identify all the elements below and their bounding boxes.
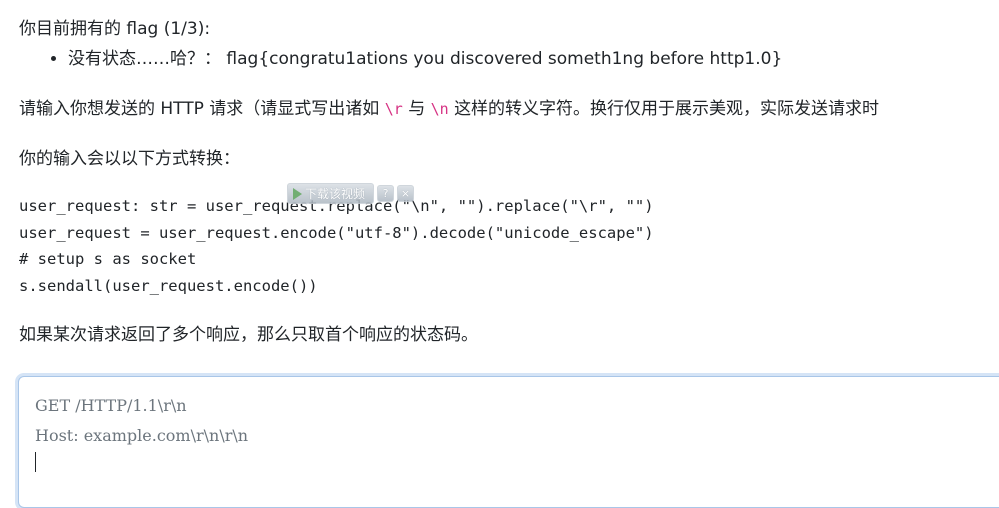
response-note: 如果某次请求返回了多个响应，那么只取首个响应的状态码。 (19, 325, 478, 345)
close-overlay-button[interactable]: × (397, 185, 415, 202)
flag-list: 没有状态……哈？： flag{congratu1ations you disco… (19, 46, 782, 72)
request-line: GET /HTTP/1.1\r\n (35, 396, 187, 415)
instruction-prefix: 请输入你想发送的 HTTP 请求（请显式写出诸如 (19, 99, 380, 119)
instruction-and: 与 (408, 99, 426, 119)
download-video-button[interactable]: 下载该视频 (287, 183, 375, 204)
code-line: user_request = user_request.encode("utf-… (19, 223, 654, 242)
transform-intro: 你的输入会以以下方式转换： (19, 149, 240, 169)
request-input[interactable]: GET /HTTP/1.1\r\n Host: example.com\r\n\… (18, 376, 999, 508)
flag-item: 没有状态……哈？： flag{congratu1ations you disco… (68, 46, 782, 72)
request-input-text: GET /HTTP/1.1\r\n Host: example.com\r\n\… (35, 391, 248, 451)
instruction-text: 请输入你想发送的 HTTP 请求（请显式写出诸如 \r 与 \n 这样的转义字符… (19, 96, 879, 122)
code-line: # setup s as socket (19, 250, 197, 268)
video-download-overlay: 下载该视频 ? × (287, 183, 415, 204)
download-video-label: 下载该视频 (305, 187, 366, 201)
request-line: Host: example.com\r\n\r\n (35, 426, 249, 445)
close-icon: × (400, 187, 411, 200)
cr-escape-code: \r (384, 100, 403, 118)
help-icon: ? (382, 187, 389, 200)
help-button[interactable]: ? (377, 185, 395, 202)
flag-heading: 你目前拥有的 flag (1/3): (19, 19, 211, 39)
code-line: s.sendall(user_request.encode()) (19, 276, 318, 295)
lf-escape-code: \n (430, 100, 449, 118)
transform-code-block: user_request: str = user_request.replace… (19, 193, 654, 299)
instruction-suffix: 这样的转义字符。换行仅用于展示美观，实际发送请求时 (454, 99, 880, 119)
play-icon (293, 187, 302, 200)
text-caret (35, 452, 36, 472)
